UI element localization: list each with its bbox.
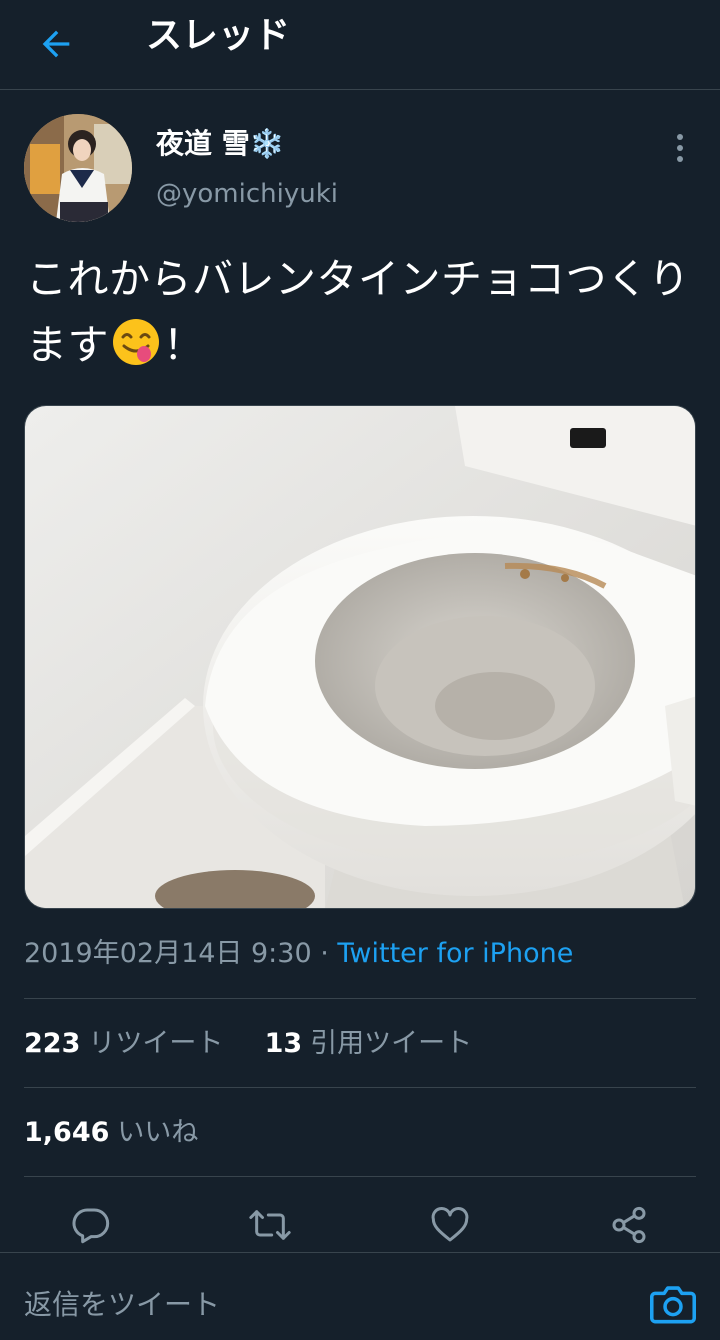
avatar[interactable] bbox=[24, 114, 132, 222]
top-app-bar: スレッド bbox=[0, 0, 720, 90]
share-button[interactable] bbox=[604, 1200, 654, 1250]
like-button[interactable] bbox=[425, 1200, 475, 1250]
reply-button[interactable] bbox=[66, 1200, 116, 1250]
tweet-timestamp: 2019年02月14日 9:30 · bbox=[24, 938, 338, 969]
quotes-count: 13 bbox=[264, 1028, 303, 1059]
divider bbox=[24, 998, 696, 999]
avatar-image bbox=[24, 114, 132, 222]
more-options-button[interactable] bbox=[660, 128, 700, 168]
tweet-media-image[interactable] bbox=[24, 405, 696, 909]
retweets-label: リツイート bbox=[88, 1028, 224, 1059]
arrow-left-icon bbox=[42, 30, 70, 58]
reply-composer bbox=[0, 1252, 720, 1340]
quotes-label: 引用ツイート bbox=[310, 1028, 473, 1059]
divider bbox=[24, 1087, 696, 1088]
author-name[interactable]: 夜道 雪❄️ bbox=[156, 124, 285, 164]
divider bbox=[24, 1176, 696, 1177]
tweet-action-bar bbox=[0, 1190, 720, 1260]
retweet-button[interactable] bbox=[245, 1200, 295, 1250]
more-vertical-icon bbox=[677, 134, 683, 162]
camera-button[interactable] bbox=[646, 1279, 700, 1329]
reply-bubble-icon bbox=[72, 1208, 110, 1244]
tweet-text-end: ！ bbox=[163, 321, 205, 369]
retweet-icon bbox=[249, 1210, 291, 1240]
likes-label: いいね bbox=[117, 1117, 199, 1148]
reply-input[interactable] bbox=[24, 1281, 604, 1327]
tweet-source-link[interactable]: Twitter for iPhone bbox=[337, 938, 573, 969]
back-button[interactable] bbox=[28, 16, 84, 72]
engagement-stats-row: 223 リツイート 13 引用ツイート bbox=[24, 1024, 472, 1064]
likes-stat[interactable]: 1,646 いいね bbox=[24, 1117, 198, 1148]
tweet-meta: 2019年02月14日 9:30 · Twitter for iPhone bbox=[24, 934, 573, 974]
retweets-count: 223 bbox=[24, 1028, 81, 1059]
face-savoring-food-emoji bbox=[113, 319, 159, 365]
share-icon bbox=[612, 1206, 646, 1244]
likes-stats-row: 1,646 いいね bbox=[24, 1113, 198, 1153]
tweet-text: これからバレンタインチョコつくります ！ bbox=[26, 246, 702, 378]
toilet-photo bbox=[25, 406, 695, 908]
author-handle[interactable]: @yomichiyuki bbox=[156, 176, 338, 212]
likes-count: 1,646 bbox=[24, 1117, 110, 1148]
heart-icon bbox=[431, 1207, 469, 1242]
page-title: スレッド bbox=[146, 15, 291, 56]
quotes-stat[interactable]: 13 引用ツイート bbox=[265, 1028, 473, 1059]
camera-icon bbox=[650, 1286, 696, 1324]
retweets-stat[interactable]: 223 リツイート bbox=[24, 1028, 223, 1059]
tweet-thread-screen: スレッド 夜道 雪❄️ @yomichiyuki これからバレンタインチョコつく… bbox=[0, 0, 720, 1340]
